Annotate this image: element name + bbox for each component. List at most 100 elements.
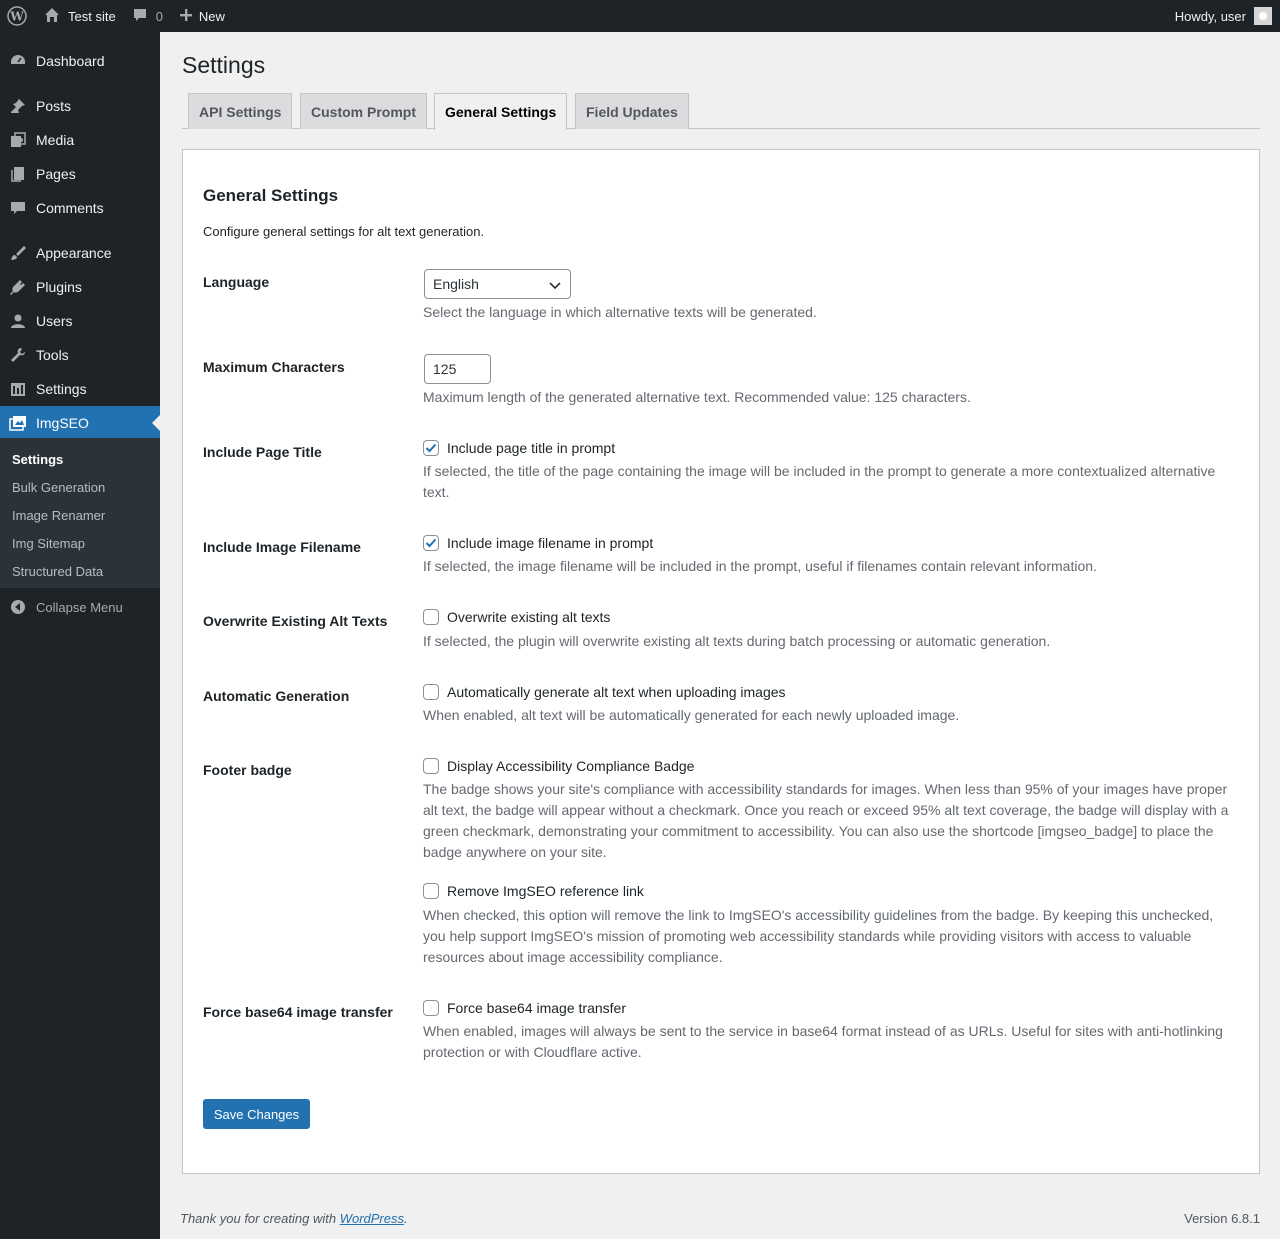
wrench-icon <box>0 346 36 364</box>
sidebar-item-posts[interactable]: Posts <box>0 89 160 123</box>
include-image-filename-description: If selected, the image filename will be … <box>423 558 1097 574</box>
sidebar-item-media[interactable]: Media <box>0 123 160 157</box>
sidebar-item-settings[interactable]: Settings <box>0 372 160 406</box>
sidebar-item-users[interactable]: Users <box>0 304 160 338</box>
sidebar-item-comments[interactable]: Comments <box>0 191 160 225</box>
avatar <box>1254 7 1272 25</box>
sidebar-item-imgseo[interactable]: ImgSEO <box>0 406 160 440</box>
language-label: Language <box>203 274 270 290</box>
automatic-generation-option[interactable]: Automatically generate alt text when upl… <box>423 684 786 700</box>
footer-thanks-suffix: . <box>404 1211 408 1226</box>
include-image-filename-label: Include Image Filename <box>203 539 361 555</box>
media-icon <box>0 131 36 149</box>
remove-reference-link-checkbox-label: Remove ImgSEO reference link <box>447 883 644 899</box>
admin-sidebar: Dashboard Posts Media Pages Comments App… <box>0 32 160 1239</box>
site-name-link[interactable]: Test site <box>34 0 124 32</box>
main-content: Settings API Settings Custom Prompt Gene… <box>160 32 1280 1239</box>
brush-icon <box>0 244 36 262</box>
sidebar-item-label: Pages <box>36 166 76 182</box>
sidebar-item-label: Posts <box>36 98 72 114</box>
comments-link[interactable]: 0 <box>124 0 171 32</box>
include-image-filename-option[interactable]: Include image filename in prompt <box>423 535 653 551</box>
plug-icon <box>0 278 36 296</box>
svg-text:W: W <box>9 10 24 24</box>
submenu-item-image-renamer[interactable]: Image Renamer <box>12 508 105 523</box>
tab-general-settings[interactable]: General Settings <box>434 93 568 130</box>
display-badge-description: The badge shows your site's compliance w… <box>423 781 1229 860</box>
overwrite-alt-texts-label: Overwrite Existing Alt Texts <box>203 613 388 629</box>
sidebar-item-label: Plugins <box>36 279 82 295</box>
automatic-generation-description: When enabled, alt text will be automatic… <box>423 707 960 723</box>
sidebar-item-appearance[interactable]: Appearance <box>0 236 160 270</box>
force-base64-checkbox[interactable] <box>423 1000 439 1016</box>
save-changes-button[interactable]: Save Changes <box>203 1099 310 1129</box>
force-base64-option[interactable]: Force base64 image transfer <box>423 1000 626 1016</box>
sidebar-item-label: Appearance <box>36 245 112 261</box>
automatic-generation-checkbox[interactable] <box>423 684 439 700</box>
comments-count: 0 <box>155 8 163 24</box>
settings-icon <box>0 380 36 398</box>
tab-field-updates[interactable]: Field Updates <box>575 93 689 129</box>
submenu-item-bulk-generation[interactable]: Bulk Generation <box>12 480 105 495</box>
language-select[interactable]: English <box>424 269 571 299</box>
sidebar-item-tools[interactable]: Tools <box>0 338 160 372</box>
footer-badge-label: Footer badge <box>203 762 292 778</box>
language-select-value: English <box>433 276 479 292</box>
display-badge-checkbox[interactable] <box>423 758 439 774</box>
max-characters-value: 125 <box>433 361 457 377</box>
submenu-item-settings[interactable]: Settings <box>12 452 63 467</box>
force-base64-description: When enabled, images will always be sent… <box>423 1023 1223 1060</box>
checkmark-icon <box>425 538 437 548</box>
include-image-filename-checkbox[interactable] <box>423 535 439 551</box>
dashboard-icon <box>0 52 36 70</box>
force-base64-checkbox-label: Force base64 image transfer <box>447 1000 626 1016</box>
general-settings-card: General Settings Configure general setti… <box>182 149 1260 1174</box>
sidebar-item-dashboard[interactable]: Dashboard <box>0 44 160 78</box>
wordpress-link[interactable]: WordPress <box>340 1211 404 1226</box>
language-description: Select the language in which alternative… <box>423 304 817 320</box>
chevron-down-icon <box>548 278 562 295</box>
wordpress-logo-icon[interactable]: W <box>0 0 34 32</box>
tab-custom-prompt[interactable]: Custom Prompt <box>300 93 427 129</box>
display-badge-option[interactable]: Display Accessibility Compliance Badge <box>423 758 694 774</box>
account-menu[interactable]: Howdy, user <box>1175 0 1272 32</box>
automatic-generation-label: Automatic Generation <box>203 688 350 704</box>
include-page-title-label: Include Page Title <box>203 444 322 460</box>
sidebar-item-label: ImgSEO <box>36 415 89 431</box>
page-title: Settings <box>182 52 266 78</box>
footer-thanks-prefix: Thank you for creating with <box>180 1211 340 1226</box>
sidebar-item-pages[interactable]: Pages <box>0 157 160 191</box>
sidebar-item-label: Tools <box>36 347 69 363</box>
overwrite-alt-texts-checkbox[interactable] <box>423 609 439 625</box>
comment-icon <box>0 199 36 217</box>
pages-icon <box>0 165 36 183</box>
home-icon <box>44 7 60 26</box>
remove-reference-link-checkbox[interactable] <box>423 883 439 899</box>
greeting: Howdy, user <box>1174 8 1246 24</box>
new-content-link[interactable]: New <box>171 0 233 32</box>
include-page-title-checkbox[interactable] <box>423 440 439 456</box>
max-characters-input[interactable]: 125 <box>424 354 491 384</box>
submenu-item-img-sitemap[interactable]: Img Sitemap <box>12 536 85 551</box>
include-page-title-description: If selected, the title of the page conta… <box>423 463 1216 500</box>
force-base64-label: Force base64 image transfer <box>203 1004 393 1020</box>
settings-tabs: API Settings Custom Prompt General Setti… <box>182 93 1260 130</box>
remove-reference-link-option[interactable]: Remove ImgSEO reference link <box>423 883 644 899</box>
sidebar-item-label: Users <box>36 313 73 329</box>
pin-icon <box>0 97 36 115</box>
sidebar-item-label: Dashboard <box>36 53 105 69</box>
overwrite-alt-texts-option[interactable]: Overwrite existing alt texts <box>423 609 610 625</box>
submenu-item-structured-data[interactable]: Structured Data <box>12 564 103 579</box>
overwrite-alt-texts-checkbox-label: Overwrite existing alt texts <box>447 609 611 625</box>
include-page-title-option[interactable]: Include page title in prompt <box>423 440 615 456</box>
tab-api-settings[interactable]: API Settings <box>188 93 293 129</box>
site-name-label: Test site <box>68 8 116 24</box>
images-icon <box>0 414 36 432</box>
overwrite-alt-texts-description: If selected, the plugin will overwrite e… <box>423 633 1051 649</box>
include-image-filename-checkbox-label: Include image filename in prompt <box>447 535 654 551</box>
display-badge-checkbox-label: Display Accessibility Compliance Badge <box>447 758 695 774</box>
sidebar-item-label: Media <box>36 132 75 148</box>
collapse-menu-button[interactable]: Collapse Menu <box>0 592 160 622</box>
max-characters-description: Maximum length of the generated alternat… <box>423 389 971 405</box>
sidebar-item-plugins[interactable]: Plugins <box>0 270 160 304</box>
